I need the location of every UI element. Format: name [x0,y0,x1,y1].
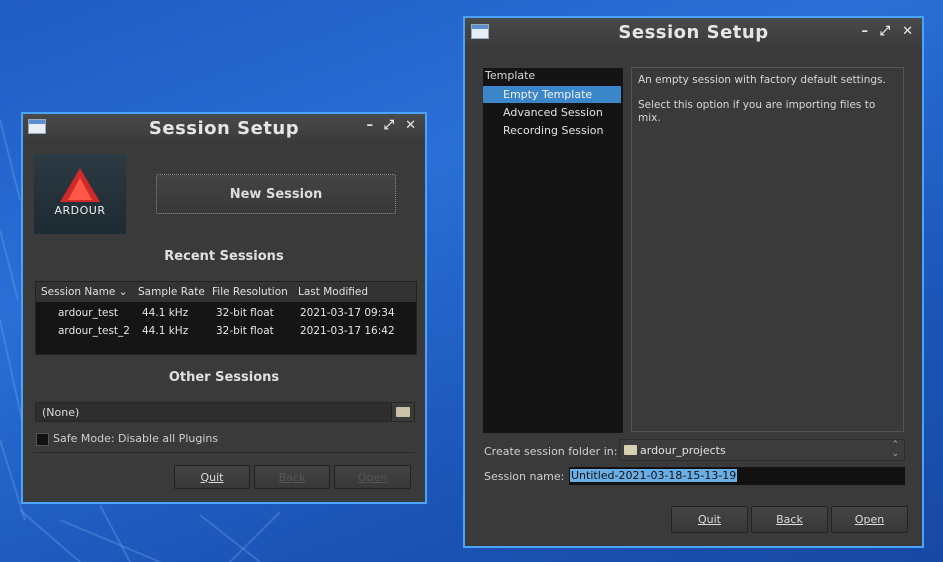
recent-sessions-table: Session Name ⌄ Sample Rate File Resoluti… [35,281,417,355]
window-title: Session Setup [148,118,300,139]
folder-value: ardour_projects [640,444,726,457]
logo-text: ARDOUR [54,204,106,217]
back-button[interactable]: Back [254,465,330,489]
safe-mode-label: Safe Mode: Disable all Plugins [53,432,219,445]
divider [33,452,415,453]
column-file-resolution[interactable]: File Resolution [212,286,288,298]
other-sessions-heading: Other Sessions [168,370,280,385]
folder-label: Create session folder in: [484,445,618,458]
column-last-modified[interactable]: Last Modified [298,286,368,298]
folder-icon [396,407,410,417]
folder-icon [624,445,637,455]
minimize-icon[interactable]: – [367,118,374,133]
session-folder-chooser[interactable]: ardour_projects ⌃ ⌄ [619,439,905,461]
folder-browse-button[interactable] [391,403,414,421]
other-sessions-value: (None) [42,406,80,419]
session-setup-window-right: Session Setup – ⤢ ✕ Template Empty Templ… [463,16,924,548]
cell-session-name: ardour_test [58,307,119,319]
template-list: Template Empty Template Advanced Session… [483,68,623,433]
table-row[interactable]: ardour_test_2 44.1 kHz 32-bit float 2021… [36,323,416,340]
quit-button[interactable]: Quit [174,465,250,489]
session-name-input[interactable]: Untitled-2021-03-18-15-13-19 [569,467,905,485]
open-button[interactable]: Open [334,465,411,489]
cell-sample-rate: 44.1 kHz [142,307,189,319]
sort-chevron-icon: ⌄ [118,286,128,298]
close-icon[interactable]: ✕ [902,24,913,39]
table-row[interactable]: ardour_test 44.1 kHz 32-bit float 2021-0… [36,305,416,322]
description-line-2: Select this option if you are importing … [638,99,876,124]
quit-button[interactable]: Quit [671,506,748,533]
safe-mode-checkbox[interactable] [36,433,49,446]
open-button[interactable]: Open [831,506,908,533]
other-sessions-chooser[interactable]: (None) [35,402,415,422]
titlebar[interactable]: Session Setup – ⤢ ✕ [465,18,922,46]
window-title: Session Setup [618,22,769,43]
close-icon[interactable]: ✕ [405,118,416,133]
maximize-icon[interactable]: ⤢ [384,118,394,133]
dropdown-arrows-icon: ⌃ ⌄ [891,440,899,459]
template-description: An empty session with factory default se… [631,67,904,432]
session-name-label: Session name: [484,470,565,483]
minimize-icon[interactable]: – [862,24,869,39]
cell-last-modified: 2021-03-17 16:42 [300,325,395,337]
cell-session-name: ardour_test_2 [58,325,130,337]
template-item-advanced[interactable]: Advanced Session [483,104,621,121]
new-session-label: New Session [229,186,323,202]
description-line-1: An empty session with factory default se… [638,74,886,86]
cell-sample-rate: 44.1 kHz [142,325,189,337]
session-name-value: Untitled-2021-03-18-15-13-19 [570,469,738,482]
logo-triangle-icon [60,168,100,202]
template-item-empty[interactable]: Empty Template [483,86,621,103]
session-setup-window-left: Session Setup – ⤢ ✕ ARDOUR New Session R… [21,112,427,504]
column-session-name[interactable]: Session Name ⌄ [41,286,128,298]
column-sample-rate[interactable]: Sample Rate [138,286,205,298]
cell-file-resolution: 32-bit float [216,325,274,337]
back-button[interactable]: Back [751,506,828,533]
maximize-icon[interactable]: ⤢ [880,24,890,39]
table-header: Session Name ⌄ Sample Rate File Resoluti… [36,282,416,302]
template-header: Template [485,69,536,82]
cell-file-resolution: 32-bit float [216,307,274,319]
titlebar[interactable]: Session Setup – ⤢ ✕ [23,114,425,140]
new-session-button[interactable]: New Session [156,174,396,214]
ardour-logo: ARDOUR [34,154,126,234]
cell-last-modified: 2021-03-17 09:34 [300,307,395,319]
template-item-recording[interactable]: Recording Session [483,122,621,139]
recent-sessions-heading: Recent Sessions [164,249,284,264]
